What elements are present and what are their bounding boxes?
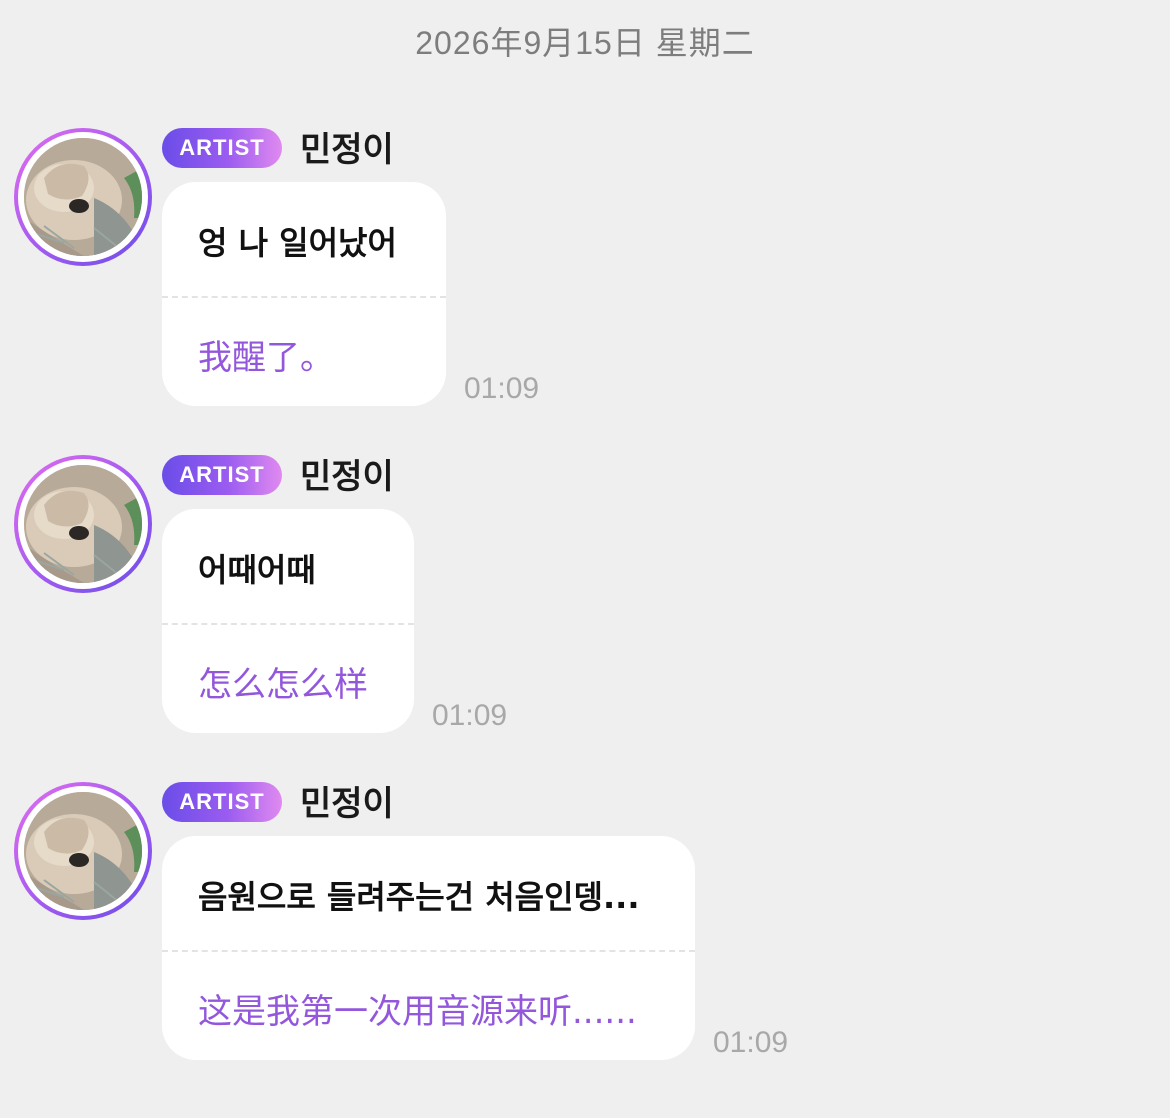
sender-name: 민정이	[300, 784, 394, 824]
avatar[interactable]	[14, 455, 152, 593]
artist-badge: ARTIST	[162, 128, 282, 168]
original-text: 음원으로 들려주는건 처음인뎅...	[198, 878, 640, 916]
sender-name: 민정이	[300, 130, 394, 170]
message-bubble[interactable]: 엉 나 일어났어 我醒了。	[162, 182, 446, 406]
bubble-divider	[162, 623, 414, 625]
avatar-border	[18, 459, 148, 589]
dog-photo-avatar-icon	[24, 792, 142, 910]
sender-name: 민정이	[300, 457, 394, 497]
translation-text: 这是我第一次用音源来听......	[198, 992, 637, 1032]
avatar-border	[18, 786, 148, 916]
message-bubble[interactable]: 음원으로 들려주는건 처음인뎅... 这是我第一次用音源来听......	[162, 836, 695, 1060]
dog-photo-avatar-icon	[24, 465, 142, 583]
avatar[interactable]	[14, 128, 152, 266]
dog-photo-avatar-icon	[24, 138, 142, 256]
avatar[interactable]	[14, 782, 152, 920]
avatar-border	[18, 132, 148, 262]
bubble-divider	[162, 296, 446, 298]
original-text: 어때어때	[198, 551, 316, 589]
original-text: 엉 나 일어났어	[198, 224, 397, 262]
translation-text: 怎么怎么样	[198, 665, 368, 705]
bubble-divider	[162, 950, 695, 952]
artist-badge: ARTIST	[162, 455, 282, 495]
message-bubble[interactable]: 어때어때 怎么怎么样	[162, 509, 414, 733]
message-time: 01:09	[464, 372, 540, 405]
date-header: 2026年9月15日 星期二	[415, 25, 755, 61]
translation-text: 我醒了。	[198, 338, 334, 378]
artist-badge: ARTIST	[162, 782, 282, 822]
message-time: 01:09	[713, 1026, 789, 1059]
message-time: 01:09	[432, 699, 508, 732]
